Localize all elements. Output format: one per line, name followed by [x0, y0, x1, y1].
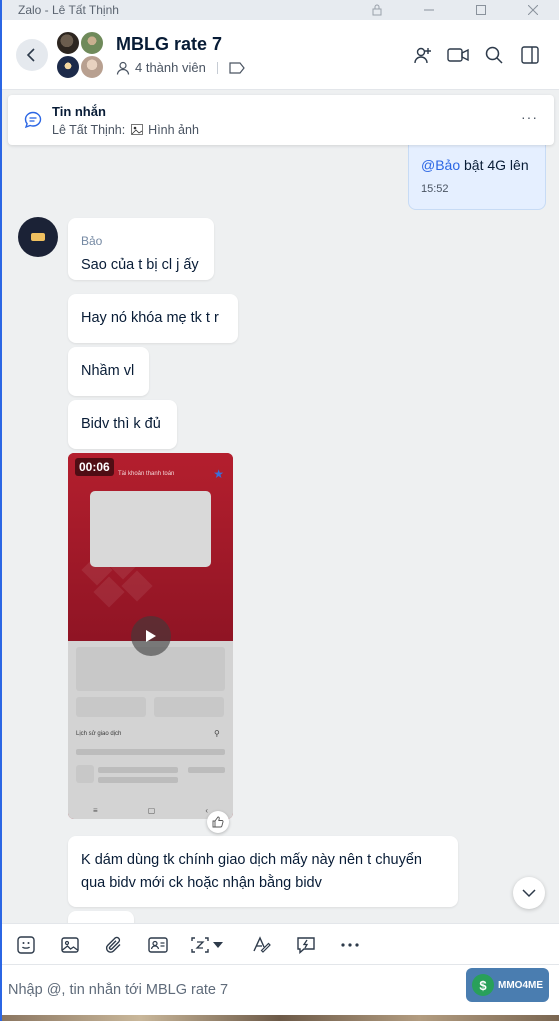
my-message-text: @Bảo bật 4G lên: [421, 157, 529, 173]
message-text: Hay nó khóa mẹ tk t r: [81, 310, 219, 326]
more-options-icon[interactable]: ···: [521, 109, 538, 125]
message-text: K dám dùng tk chính giao dịch mấy này nê…: [81, 852, 422, 868]
video-screen-history: Lịch sử giao dịch: [76, 731, 122, 737]
message-text: qua bidv mới ck hoặc nhận bằng bidv: [81, 875, 322, 891]
title-bar: Zalo - Lê Tất Thịnh: [0, 0, 559, 20]
chat-area[interactable]: Tin nhắn Lê Tất Thịnh: Hình ảnh ··· @Bảo…: [0, 90, 559, 923]
pinned-title: Tin nhắn: [52, 104, 106, 119]
screenshot-menu-button[interactable]: [191, 934, 233, 956]
watermark-text: MMO4ME: [498, 979, 543, 991]
image-icon[interactable]: [59, 934, 81, 956]
message-bubble[interactable]: K dám dùng tk chính giao dịch mấy này nê…: [68, 836, 458, 907]
video-duration: 00:06: [75, 458, 114, 476]
member-avatar: [56, 55, 80, 79]
screenshot-icon: [191, 937, 209, 953]
sender-name: Bảo: [81, 234, 103, 248]
thumbs-up-icon: [212, 816, 224, 828]
lock-icon[interactable]: [351, 0, 403, 20]
quick-message-icon[interactable]: [295, 934, 317, 956]
like-reaction-button[interactable]: [207, 811, 229, 833]
caret-down-icon: [213, 942, 223, 948]
play-button[interactable]: [131, 616, 171, 656]
message-input-bar: $ MMO4ME: [0, 965, 559, 1015]
pinned-subtitle: Lê Tất Thịnh: Hình ảnh: [52, 123, 199, 137]
maximize-button[interactable]: [455, 0, 507, 20]
pinned-sender: Lê Tất Thịnh:: [52, 123, 126, 137]
person-icon: [116, 61, 130, 75]
pinned-content: Hình ảnh: [148, 123, 199, 137]
video-message[interactable]: 00:06 Tài khoản thanh toán ★ Lịch sử gia…: [68, 453, 233, 819]
image-thumbnail-icon: [130, 124, 143, 135]
play-icon: [146, 630, 156, 642]
my-message-body: bật 4G lên: [460, 157, 529, 173]
text-format-icon[interactable]: [251, 934, 273, 956]
message-text: Sao của t bị cl j ấy: [81, 257, 199, 273]
chat-header: MBLG rate 7 4 thành viên: [0, 20, 559, 90]
window-left-border: [0, 0, 2, 1021]
member-count[interactable]: 4 thành viên: [116, 60, 245, 75]
group-name[interactable]: MBLG rate 7: [116, 34, 222, 55]
video-card-placeholder: [90, 491, 211, 567]
sender-avatar[interactable]: [18, 217, 58, 257]
composer-toolbar: [0, 923, 559, 965]
pinned-message[interactable]: Tin nhắn Lê Tất Thịnh: Hình ảnh ···: [8, 95, 554, 145]
search-icon: ⚲: [214, 729, 220, 738]
video-call-icon[interactable]: [446, 43, 470, 67]
chevron-down-icon: [522, 888, 536, 897]
member-avatar: [80, 55, 104, 79]
desktop-background-strip: [0, 1015, 559, 1021]
dollar-coin-icon: $: [472, 974, 494, 996]
tag-icon[interactable]: [229, 61, 245, 74]
sidebar-toggle-icon[interactable]: [518, 43, 542, 67]
back-button[interactable]: [16, 39, 48, 71]
message-text: Bidv thì k đủ: [81, 416, 161, 432]
member-avatar: [80, 31, 104, 55]
group-avatar[interactable]: [56, 31, 104, 79]
close-button[interactable]: [507, 0, 559, 20]
video-nav-bar: ≡ ▢ ‹: [93, 806, 208, 815]
watermark-logo: $ MMO4ME: [466, 968, 549, 1002]
message-bubble[interactable]: Bảo Sao của t bị cl j ấy: [68, 218, 214, 280]
scroll-to-bottom-button[interactable]: [513, 877, 545, 909]
minimize-button[interactable]: [403, 0, 455, 20]
video-screen-header: Tài khoản thanh toán: [118, 471, 175, 477]
search-icon[interactable]: [482, 43, 506, 67]
attachment-icon[interactable]: [103, 934, 125, 956]
chat-bubble-icon: [24, 111, 42, 129]
sticker-icon[interactable]: [15, 934, 37, 956]
message-bubble[interactable]: Hay nó khóa mẹ tk t r: [68, 294, 238, 343]
message-input[interactable]: [8, 975, 448, 1005]
message-bubble[interactable]: Bidv thì k đủ: [68, 400, 177, 449]
message-time: 15:52: [421, 183, 449, 195]
chevron-left-icon: [26, 48, 35, 62]
message-bubble[interactable]: [68, 911, 134, 923]
window-title: Zalo - Lê Tất Thịnh: [18, 3, 119, 17]
message-bubble[interactable]: Nhầm vl: [68, 347, 149, 396]
mention-link[interactable]: @Bảo: [421, 157, 460, 173]
member-avatar: [56, 31, 80, 55]
more-icon[interactable]: [339, 934, 361, 956]
star-icon: ★: [213, 467, 224, 481]
contact-card-icon[interactable]: [147, 934, 169, 956]
member-count-label: 4 thành viên: [135, 60, 206, 75]
message-text: Nhầm vl: [81, 363, 135, 379]
add-member-icon[interactable]: [411, 43, 435, 67]
